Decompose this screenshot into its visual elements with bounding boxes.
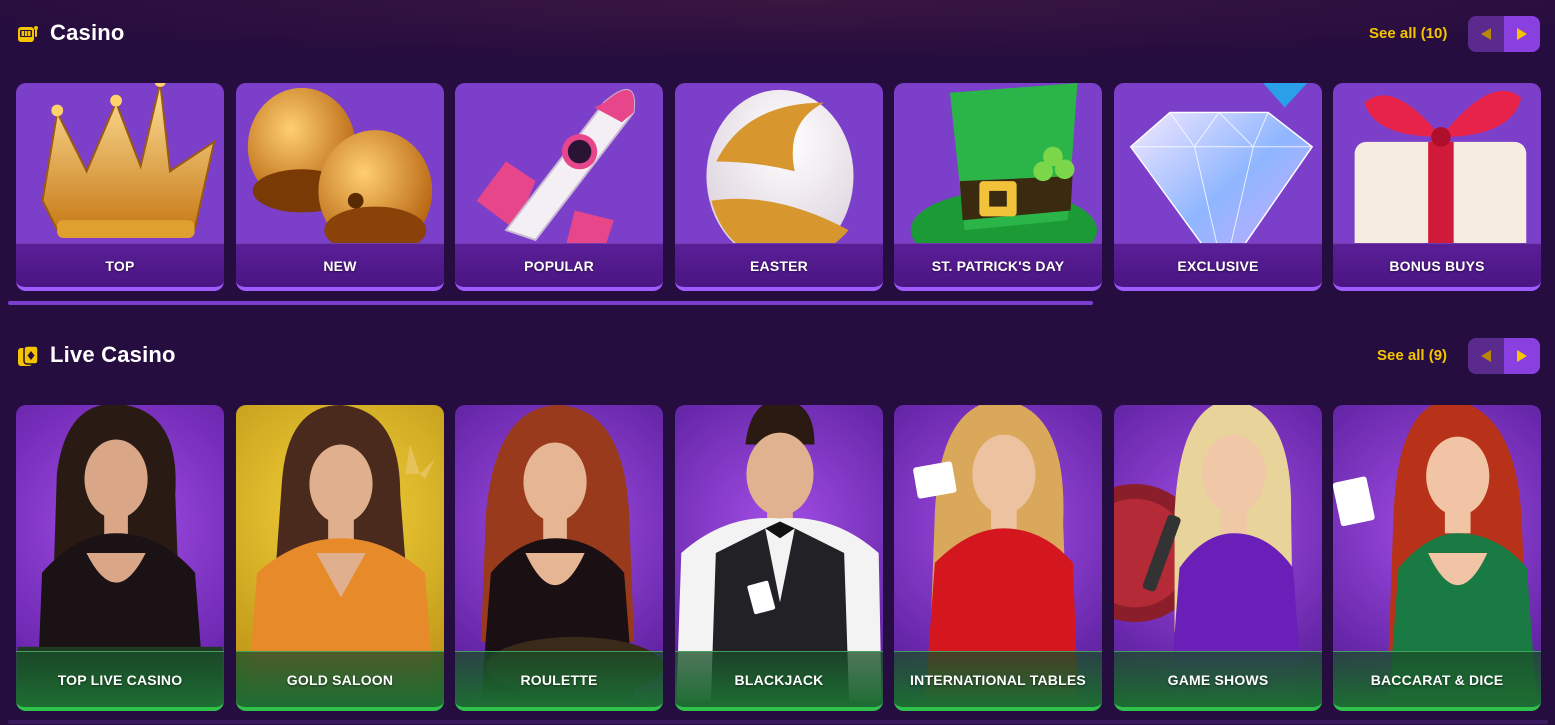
category-label: BONUS BUYS: [1389, 257, 1485, 274]
live-tile-gold-saloon[interactable]: GOLD SALOON: [236, 405, 444, 711]
arrow-right-icon: [1517, 28, 1527, 40]
category-tile-exclusive[interactable]: EXCLUSIVE: [1114, 83, 1322, 291]
category-label: EXCLUSIVE: [1177, 257, 1259, 274]
casino-title: Casino: [50, 20, 125, 45]
live-tile-top-live-casino[interactable]: TOP LIVE CASINO: [16, 405, 224, 711]
category-label: INTERNATIONAL TABLES: [910, 671, 1086, 688]
tile-label-bar: POPULAR: [455, 243, 663, 287]
category-label: TOP: [105, 257, 135, 274]
category-tile-top[interactable]: TOP: [16, 83, 224, 291]
category-label: GOLD SALOON: [286, 671, 394, 688]
live-tile-game-shows[interactable]: GAME SHOWS: [1114, 405, 1322, 711]
category-label: EASTER: [750, 257, 808, 274]
tile-label-bar: GOLD SALOON: [236, 651, 444, 707]
arrow-left-icon: [1481, 28, 1491, 40]
tile-label-bar: GAME SHOWS: [1114, 651, 1322, 707]
live-tile-baccarat-dice[interactable]: BACCARAT & DICE: [1333, 405, 1541, 711]
tile-label-bar: EASTER: [675, 243, 883, 287]
casino-prev-button[interactable]: [1468, 16, 1504, 52]
tile-label-bar: TOP: [16, 243, 224, 287]
live-casino-header: Live Casino See all (9): [16, 338, 1540, 374]
tile-label-bar: ROULETTE: [455, 651, 663, 707]
category-tile-new[interactable]: NEW: [236, 83, 444, 291]
category-label: NEW: [323, 257, 357, 274]
tile-label-bar: INTERNATIONAL TABLES: [894, 651, 1102, 707]
live-casino-categories-row: TOP LIVE CASINO GOLD SALOON ROULETTE BLA…: [16, 405, 1541, 711]
tile-label-bar: TOP LIVE CASINO: [16, 651, 224, 707]
tile-label-bar: BONUS BUYS: [1333, 243, 1541, 287]
live-casino-see-all-link[interactable]: See all (9): [1377, 347, 1447, 364]
casino-header: Casino See all (10): [16, 16, 1540, 52]
cards-icon: [18, 345, 39, 366]
category-tile-bonus-buys[interactable]: BONUS BUYS: [1333, 83, 1541, 291]
category-label: TOP LIVE CASINO: [57, 671, 183, 688]
casino-nav-group: [1468, 16, 1540, 52]
category-label: ROULETTE: [520, 671, 598, 688]
casino-scrollbar[interactable]: [8, 301, 1093, 305]
arrow-left-icon: [1481, 350, 1491, 362]
casino-next-button[interactable]: [1504, 16, 1540, 52]
tile-label-bar: BLACKJACK: [675, 651, 883, 707]
live-tile-international-tables[interactable]: INTERNATIONAL TABLES: [894, 405, 1102, 711]
live-casino-next-button[interactable]: [1504, 338, 1540, 374]
live-casino-prev-button[interactable]: [1468, 338, 1504, 374]
tile-label-bar: ST. PATRICK'S DAY: [894, 243, 1102, 287]
category-tile-st-patricks-day[interactable]: ST. PATRICK'S DAY: [894, 83, 1102, 291]
tile-label-bar: NEW: [236, 243, 444, 287]
category-label: ST. PATRICK'S DAY: [931, 257, 1065, 274]
tile-label-bar: EXCLUSIVE: [1114, 243, 1322, 287]
arrow-right-icon: [1517, 350, 1527, 362]
live-casino-title: Live Casino: [50, 342, 176, 367]
category-label: GAME SHOWS: [1167, 671, 1269, 688]
live-tile-roulette[interactable]: ROULETTE: [455, 405, 663, 711]
live-tile-blackjack[interactable]: BLACKJACK: [675, 405, 883, 711]
category-label: POPULAR: [524, 257, 594, 274]
category-label: BLACKJACK: [734, 671, 824, 688]
casino-categories-row: TOP NEW POPULAR EASTER ST. PATRICK'S DAY…: [16, 83, 1541, 291]
category-tile-easter[interactable]: EASTER: [675, 83, 883, 291]
tile-label-bar: BACCARAT & DICE: [1333, 651, 1541, 707]
slot-machine-icon: [18, 26, 38, 42]
category-label: BACCARAT & DICE: [1370, 671, 1504, 688]
live-casino-scrollbar[interactable]: [8, 720, 1548, 724]
casino-see-all-link[interactable]: See all (10): [1369, 25, 1447, 42]
category-tile-popular[interactable]: POPULAR: [455, 83, 663, 291]
live-casino-nav-group: [1468, 338, 1540, 374]
